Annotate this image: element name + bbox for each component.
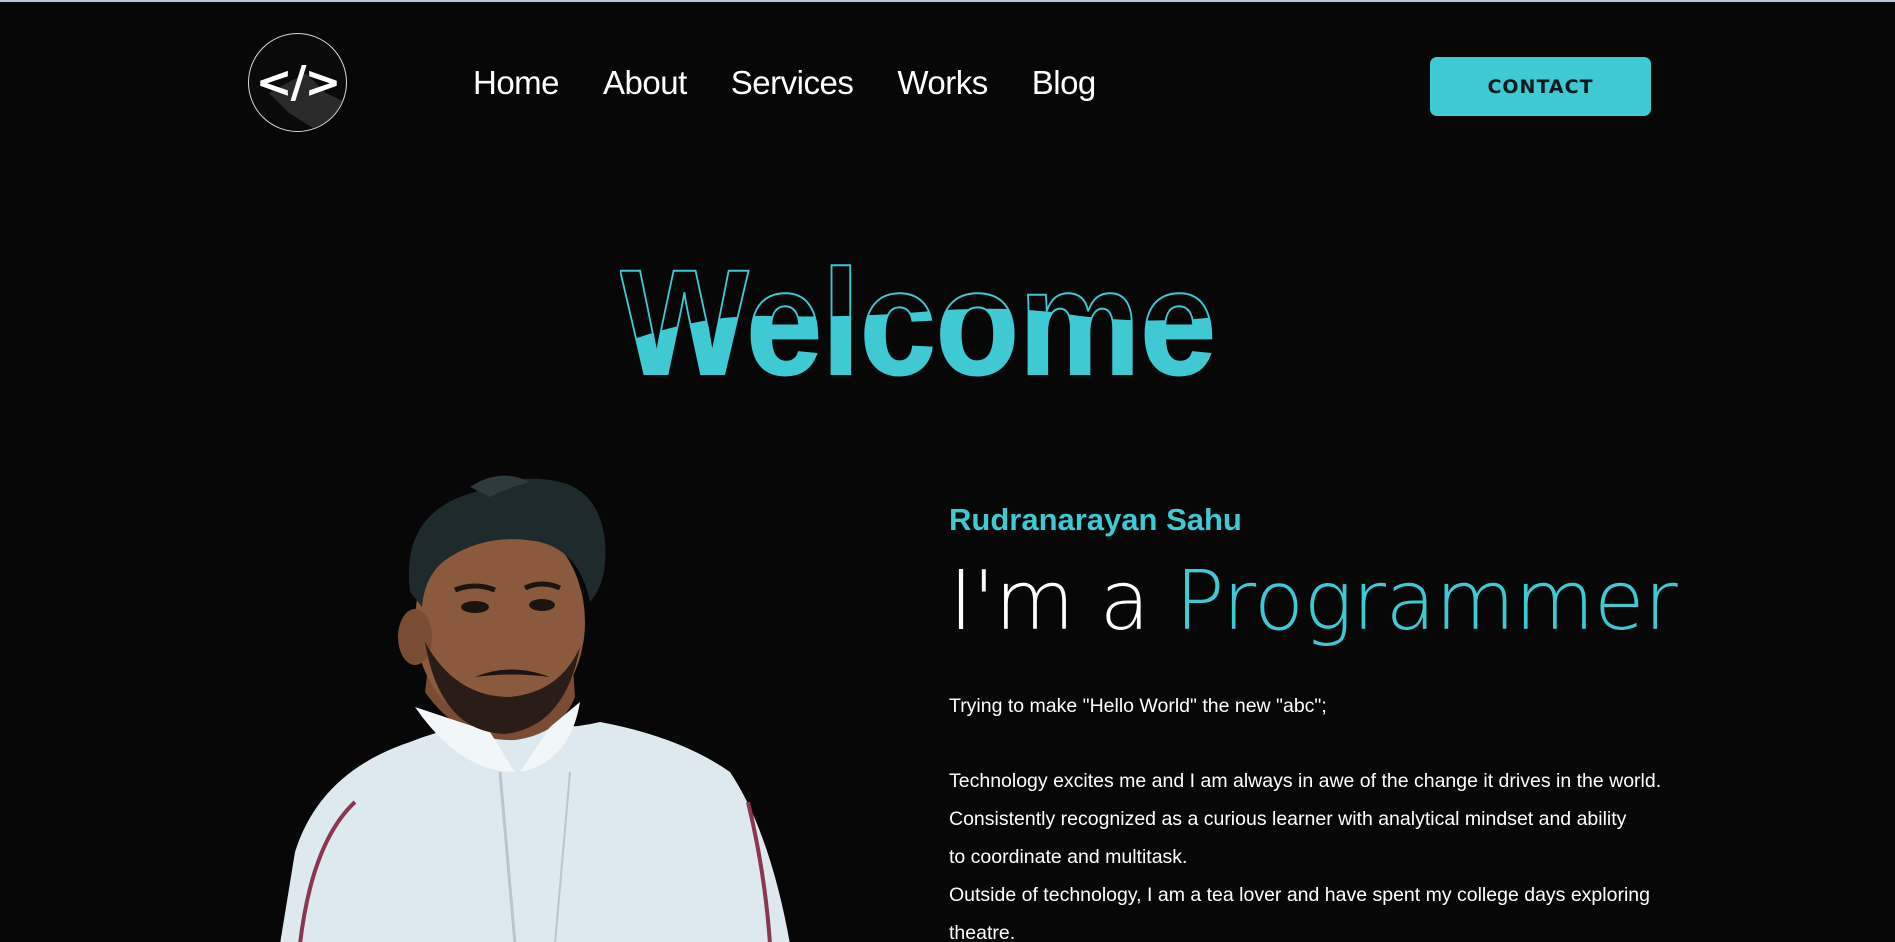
headline-prefix: I'm a [949, 554, 1150, 649]
main-nav: Home About Services Works Blog [473, 64, 1096, 102]
headline: I'm a Programmer [949, 554, 1678, 649]
bio-line-1: Technology excites me and I am always in… [949, 770, 1662, 792]
author-name: Rudranarayan Sahu [949, 502, 1242, 537]
bio-line-4: Outside of technology, I am a tea lover … [949, 884, 1650, 906]
logo[interactable]: </> [248, 33, 347, 132]
bio-line-5: theatre. [949, 922, 1016, 942]
bio-line-2: Consistently recognized as a curious lea… [949, 808, 1627, 830]
bio-line-3: to coordinate and multitask. [949, 846, 1188, 868]
welcome-heading: Welcome Welcome [620, 237, 1217, 394]
nav-blog[interactable]: Blog [1032, 64, 1097, 102]
tagline: Trying to make "Hello World" the new "ab… [949, 695, 1327, 717]
nav-home[interactable]: Home [473, 64, 560, 102]
headline-role: Programmer [1175, 554, 1678, 649]
nav-works[interactable]: Works [897, 64, 988, 102]
contact-button[interactable]: CONTACT [1430, 57, 1651, 116]
nav-services[interactable]: Services [731, 64, 854, 102]
code-icon: </> [255, 57, 342, 108]
nav-about[interactable]: About [603, 64, 687, 102]
profile-photo [280, 475, 790, 942]
